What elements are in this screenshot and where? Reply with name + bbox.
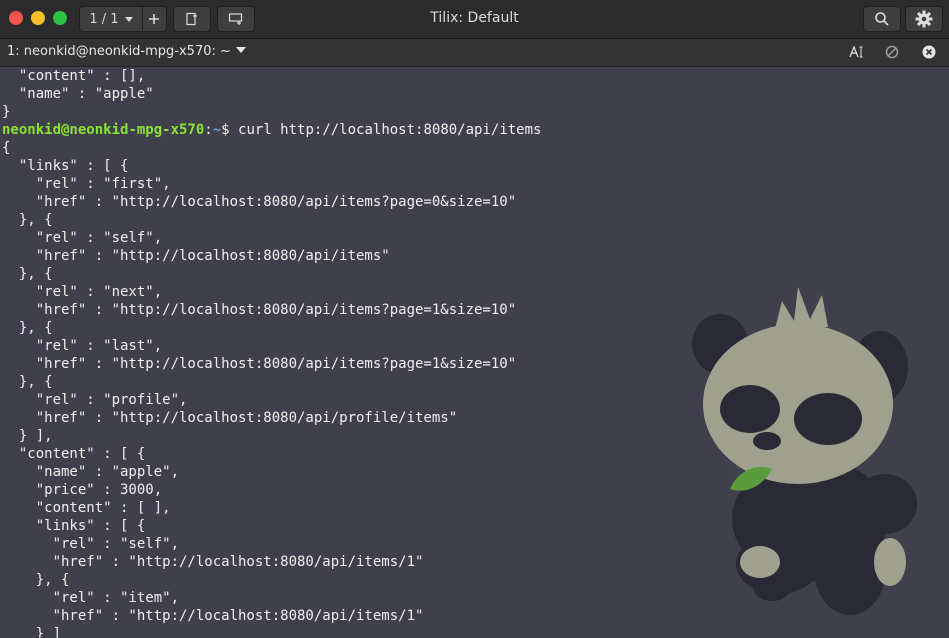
terminal-line: "price" : 3000, (2, 482, 163, 498)
search-button[interactable] (863, 6, 901, 32)
terminal-line: neonkid@neonkid-mpg-x570:~$ curl http://… (2, 121, 541, 139)
terminal-line: }, { (2, 266, 53, 282)
command-text: curl http://localhost:8080/api/items (238, 122, 542, 138)
chevron-down-icon[interactable] (236, 47, 246, 53)
terminal-view[interactable]: "content" : [], "name" : "apple"} neonkid… (0, 67, 949, 638)
terminal-line: "content" : [ { (2, 446, 146, 462)
terminal-line: "href" : "http://localhost:8080/api/prof… (2, 410, 458, 426)
terminal-line: "content" : [], (2, 68, 146, 84)
terminal-line: }, { (2, 320, 53, 336)
session-counter-button[interactable]: 1 / 1 (80, 7, 143, 31)
terminal-line: } ], (2, 428, 53, 444)
title-bar: 1 / 1 Tilix: Default (0, 0, 949, 39)
window-close-button[interactable] (9, 11, 23, 25)
prompt-symbol: $ (221, 122, 239, 138)
prompt-separator: : (204, 122, 213, 138)
terminal-line: "rel" : "item", (2, 590, 180, 606)
close-terminal-button[interactable] (921, 44, 937, 60)
terminal-line: "rel" : "first", (2, 176, 171, 192)
terminal-line: "rel" : "last", (2, 338, 163, 354)
terminal-line: }, { (2, 572, 70, 588)
terminal-line: "rel" : "self", (2, 536, 180, 552)
plus-icon (149, 14, 160, 24)
add-terminal-right-button[interactable] (173, 6, 211, 32)
terminal-line: }, { (2, 374, 53, 390)
terminal-line: "rel" : "next", (2, 284, 163, 300)
terminal-output: "content" : [], "name" : "apple"} neonkid… (2, 67, 541, 638)
add-session-button[interactable] (143, 7, 166, 31)
terminal-tab-bar: 1: neonkid@neonkid-mpg-x570: ~ (0, 39, 949, 67)
menu-button[interactable] (905, 6, 943, 32)
session-switcher[interactable]: 1 / 1 (79, 6, 167, 32)
terminal-line: "rel" : "profile", (2, 392, 188, 408)
prompt-user: neonkid@neonkid-mpg-x570 (2, 122, 205, 138)
chevron-down-icon (124, 16, 133, 22)
add-terminal-down-button[interactable] (217, 6, 255, 32)
tab-title-edit-button[interactable] (849, 44, 865, 60)
terminal-line: } ] (2, 626, 62, 638)
session-counter: 1 / 1 (89, 11, 119, 27)
terminal-line: "name" : "apple" (2, 86, 154, 102)
terminal-line: "href" : "http://localhost:8080/api/item… (2, 248, 390, 264)
window-minimize-button[interactable] (31, 11, 45, 25)
terminal-line: "href" : "http://localhost:8080/api/item… (2, 554, 424, 570)
terminal-line: "href" : "http://localhost:8080/api/item… (2, 356, 517, 372)
terminal-line: "href" : "http://localhost:8080/api/item… (2, 302, 517, 318)
gear-icon (915, 10, 933, 28)
terminal-line: "content" : [ ], (2, 500, 171, 516)
terminal-line: { (2, 140, 11, 156)
terminal-line: } (2, 104, 11, 120)
search-icon (875, 12, 889, 26)
window-maximize-button[interactable] (53, 11, 67, 25)
text-cursor-icon (849, 45, 863, 58)
terminal-line: "name" : "apple", (2, 464, 180, 480)
terminal-title[interactable]: 1: neonkid@neonkid-mpg-x570: ~ (7, 44, 231, 59)
terminal-line: "rel" : "self", (2, 230, 163, 246)
terminal-line: }, { (2, 212, 53, 228)
read-only-button[interactable] (884, 44, 900, 60)
terminal-line: "href" : "http://localhost:8080/api/item… (2, 608, 424, 624)
terminal-line: "links" : [ { (2, 518, 146, 534)
read-only-icon (885, 45, 899, 59)
panda-background-image (692, 287, 917, 615)
close-icon (922, 45, 936, 59)
terminal-line: "links" : [ { (2, 158, 129, 174)
terminal-line: "href" : "http://localhost:8080/api/item… (2, 194, 517, 210)
add-terminal-down-icon (228, 13, 243, 25)
prompt-path: ~ (212, 122, 222, 138)
add-terminal-right-icon (186, 12, 197, 26)
